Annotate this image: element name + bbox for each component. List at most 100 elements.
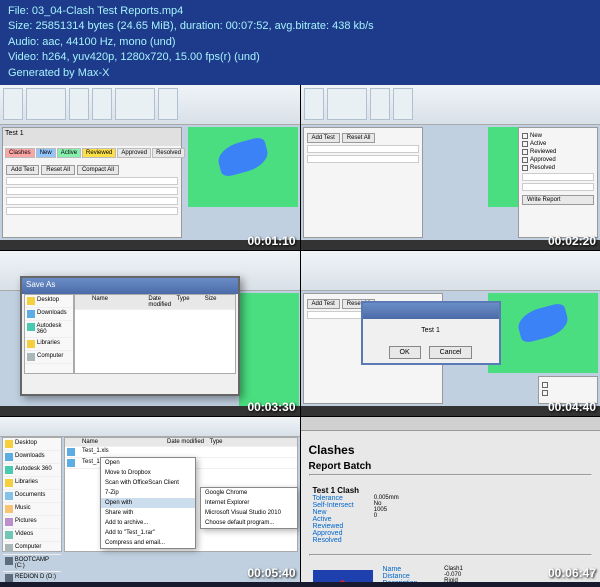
sidebar-item[interactable]: Desktop: [25, 295, 73, 308]
sidebar-item[interactable]: Downloads: [25, 308, 73, 321]
detail-link[interactable]: Name: [383, 566, 425, 573]
ribbon-btn[interactable]: [370, 88, 390, 120]
col-name[interactable]: Name: [92, 296, 148, 308]
ribbon-btn[interactable]: [327, 88, 367, 120]
field[interactable]: [6, 197, 178, 205]
compact-all-button[interactable]: Compact All: [77, 165, 119, 175]
ribbon-btn[interactable]: [26, 88, 66, 120]
checkbox[interactable]: [522, 157, 528, 163]
ok-button[interactable]: OK: [389, 346, 421, 359]
report-title: Clashes: [309, 443, 593, 457]
summary-link[interactable]: Self-Intersect: [313, 502, 354, 509]
timestamp: 00:03:30: [247, 400, 295, 414]
ribbon-btn[interactable]: [92, 88, 112, 120]
checkbox[interactable]: [522, 133, 528, 139]
sidebar-item[interactable]: Libraries: [3, 477, 61, 490]
menu-7zip[interactable]: 7-Zip: [101, 488, 195, 498]
tab-active[interactable]: Active: [57, 148, 81, 158]
col-date[interactable]: Date modified: [167, 439, 210, 445]
sidebar-item[interactable]: Desktop: [3, 438, 61, 451]
field[interactable]: [6, 177, 178, 185]
sidebar-item[interactable]: BOOTCAMP (C:): [3, 555, 61, 572]
menu-share[interactable]: Share with: [101, 508, 195, 518]
checkbox[interactable]: [522, 141, 528, 147]
checkbox[interactable]: [542, 390, 548, 396]
summary-link[interactable]: New: [313, 509, 354, 516]
submenu-vs[interactable]: Microsoft Visual Studio 2010: [201, 508, 297, 518]
col-type[interactable]: Type: [210, 439, 253, 445]
sidebar-item[interactable]: Documents: [3, 490, 61, 503]
drive-icon: [5, 557, 13, 565]
summary-link[interactable]: Approved: [313, 530, 354, 537]
tab-resolved[interactable]: Resolved: [152, 148, 185, 158]
summary-link[interactable]: Reviewed: [313, 523, 354, 530]
sidebar-item[interactable]: Videos: [3, 529, 61, 542]
option: Approved: [522, 157, 594, 163]
sidebar-item[interactable]: Computer: [3, 542, 61, 555]
ribbon-btn[interactable]: [69, 88, 89, 120]
confirm-dialog: Test 1 OK Cancel: [361, 301, 501, 365]
col-type[interactable]: Type: [177, 296, 205, 308]
field[interactable]: [6, 207, 178, 215]
reset-button[interactable]: Reset All: [342, 133, 376, 143]
col-size[interactable]: Size: [205, 296, 233, 308]
sidebar-item[interactable]: Downloads: [3, 451, 61, 464]
checkbox[interactable]: [522, 149, 528, 155]
report-format-select[interactable]: [522, 183, 594, 191]
menu-open[interactable]: Open: [101, 458, 195, 468]
summary-link[interactable]: Tolerance: [313, 495, 354, 502]
window-top: [0, 417, 300, 437]
detail-link[interactable]: Distance: [383, 573, 425, 580]
tab-new[interactable]: New: [36, 148, 56, 158]
ribbon-btn[interactable]: [393, 88, 413, 120]
reset-all-button[interactable]: Reset All: [41, 165, 75, 175]
submenu-chrome[interactable]: Google Chrome: [201, 488, 297, 498]
sidebar-item[interactable]: Autodesk 360: [3, 464, 61, 477]
3d-viewport[interactable]: [188, 127, 298, 207]
sidebar-item[interactable]: Music: [3, 503, 61, 516]
sidebar-item[interactable]: Pictures: [3, 516, 61, 529]
add-test-button[interactable]: Add Test: [307, 299, 340, 309]
report-type-select[interactable]: [522, 173, 594, 181]
tab-approved[interactable]: Approved: [117, 148, 151, 158]
checkbox[interactable]: [542, 382, 548, 388]
add-test-button[interactable]: Add Test: [307, 133, 340, 143]
submenu-ie[interactable]: Internet Explorer: [201, 498, 297, 508]
video-icon: [5, 531, 13, 539]
field[interactable]: [307, 155, 419, 163]
summary-link[interactable]: Active: [313, 516, 354, 523]
ribbon-btn[interactable]: [304, 88, 324, 120]
column-headers: Name Date modified Type Size: [75, 295, 235, 310]
summary-link[interactable]: Resolved: [313, 537, 354, 544]
thumb-1: Test 1 Clashes New Active Reviewed Appro…: [0, 85, 300, 250]
menu-openwith[interactable]: Open with: [101, 498, 195, 508]
write-report-button[interactable]: Write Report: [522, 195, 594, 205]
menu-scan[interactable]: Scan with OfficeScan Client: [101, 478, 195, 488]
ribbon-btn[interactable]: [158, 88, 178, 120]
cancel-button[interactable]: Cancel: [429, 346, 473, 359]
menu-addrar[interactable]: Add to "Test_1.rar": [101, 528, 195, 538]
tab-reviewed[interactable]: Reviewed: [82, 148, 116, 158]
report-options: New Active Reviewed Approved Resolved Wr…: [518, 127, 598, 238]
field[interactable]: [6, 187, 178, 195]
sidebar-item[interactable]: Libraries: [25, 338, 73, 351]
menu-compress[interactable]: Compress and email...: [101, 538, 195, 548]
timestamp: 00:04:40: [548, 400, 596, 414]
field[interactable]: [307, 145, 419, 153]
checkbox[interactable]: [522, 165, 528, 171]
sidebar-item[interactable]: Autodesk 360: [25, 321, 73, 338]
sidebar-item[interactable]: Computer: [25, 351, 73, 364]
menu-archive[interactable]: Add to archive...: [101, 518, 195, 528]
add-test-button[interactable]: Add Test: [6, 165, 39, 175]
detail-link[interactable]: Description: [383, 580, 425, 582]
3d-viewport[interactable]: [239, 293, 299, 413]
col-name[interactable]: Name: [82, 439, 167, 445]
ribbon-btn[interactable]: [3, 88, 23, 120]
ribbon-btn[interactable]: [115, 88, 155, 120]
col-date[interactable]: Date modified: [148, 296, 176, 308]
submenu-default[interactable]: Choose default program...: [201, 518, 297, 528]
3d-viewport[interactable]: [488, 293, 598, 373]
menu-dropbox[interactable]: Move to Dropbox: [101, 468, 195, 478]
tab-clashes[interactable]: Clashes: [5, 148, 35, 158]
sidebar-item[interactable]: REDION D (D:): [3, 572, 61, 582]
